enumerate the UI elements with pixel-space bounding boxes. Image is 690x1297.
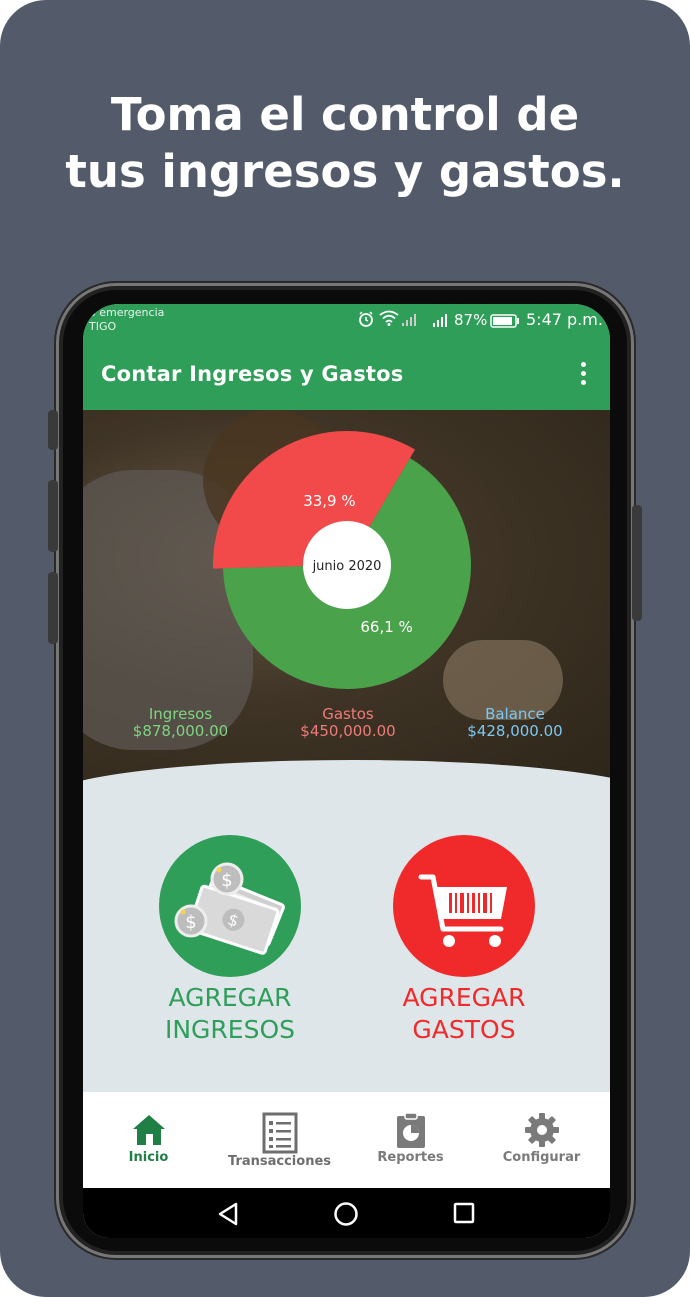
gastos-label: Gastos	[322, 705, 374, 723]
phone-volume-down	[48, 572, 58, 644]
shopping-cart-icon[interactable]	[393, 835, 535, 977]
phone-power-button	[632, 505, 642, 621]
gear-icon	[525, 1113, 559, 1147]
add-income-line-1: AGREGAR	[168, 983, 292, 1012]
phone-volume-up	[48, 480, 58, 552]
promo-card: Toma el control de tus ingresos y gastos…	[0, 0, 690, 1297]
add-expense-line-2: GASTOS	[412, 1015, 516, 1044]
signal-icon	[433, 314, 447, 327]
battery-icon	[490, 314, 519, 328]
carrier-line-1: o emergencia	[89, 306, 165, 319]
headline-line-2: tus ingresos y gastos.	[65, 145, 625, 198]
back-icon[interactable]	[217, 1202, 239, 1226]
signal-no-sim-icon	[402, 314, 416, 326]
list-icon	[262, 1112, 298, 1154]
home-circle-icon[interactable]	[333, 1201, 359, 1227]
nav-label-transacciones: Transacciones	[228, 1154, 331, 1169]
more-vert-icon[interactable]	[578, 362, 588, 390]
add-income-label: AGREGAR INGRESOS	[133, 982, 327, 1046]
recents-icon[interactable]	[453, 1202, 475, 1224]
report-icon	[397, 1112, 425, 1148]
phone-side-button	[48, 410, 58, 450]
nav-label-configurar: Configurar	[502, 1150, 581, 1165]
summary-ingresos: Ingresos $878,000.00	[113, 706, 248, 740]
ingresos-value: $878,000.00	[132, 722, 229, 740]
balance-value: $428,000.00	[467, 722, 563, 740]
pie-label-ingresos: 66,1 %	[360, 618, 412, 636]
money-icon[interactable]: $ $ $	[159, 835, 301, 977]
phone-screen: o emergencia TIGO 87% 5:47 p.m. Contar I…	[83, 304, 610, 1238]
nav-reportes[interactable]: Reportes	[345, 1092, 476, 1188]
nav-label-reportes: Reportes	[377, 1150, 444, 1165]
headline-line-1: Toma el control de	[110, 88, 580, 141]
status-bar: o emergencia TIGO 87% 5:47 p.m.	[83, 304, 610, 340]
carrier-line-2: TIGO	[89, 320, 117, 333]
nav-configurar[interactable]: Configurar	[476, 1092, 607, 1188]
add-expense-label: AGREGAR GASTOS	[367, 982, 561, 1046]
nav-label-inicio: Inicio	[128, 1150, 169, 1165]
clock: 5:47 p.m.	[526, 310, 603, 329]
pie-label-gastos: 33,9 %	[303, 492, 355, 510]
gastos-value: $450,000.00	[300, 722, 396, 740]
headline: Toma el control de tus ingresos y gastos…	[0, 86, 690, 200]
app-bar: Contar Ingresos y Gastos	[83, 340, 610, 410]
svg-text:$: $	[221, 870, 232, 891]
carrier-info: o emergencia TIGO	[89, 306, 164, 334]
svg-text:$: $	[185, 912, 196, 933]
alarm-icon	[359, 311, 373, 327]
app-title: Contar Ingresos y Gastos	[101, 362, 404, 386]
wifi-icon	[379, 310, 399, 326]
summary-gastos: Gastos $450,000.00	[278, 706, 418, 740]
system-nav-bar	[83, 1188, 610, 1238]
pie-center-label: junio 2020	[312, 559, 382, 574]
summary-hero: 33,9 % 66,1 % junio 2020 Ingresos $878,000…	[83, 410, 610, 782]
nav-inicio[interactable]: Inicio	[83, 1092, 214, 1188]
ingresos-label: Ingresos	[148, 705, 213, 723]
summary-balance: Balance $428,000.00	[445, 706, 585, 740]
actions-area: $ $ $ AGREGAR INGRESOS AGREGAR GASTOS	[83, 782, 610, 1092]
add-income-line-2: INGRESOS	[164, 1015, 296, 1044]
bottom-nav: Inicio Transacciones Reportes Configurar	[83, 1092, 610, 1188]
nav-transacciones[interactable]: Transacciones	[214, 1092, 345, 1188]
balance-label: Balance	[485, 705, 545, 723]
battery-percent: 87%	[454, 311, 488, 329]
home-icon	[133, 1115, 165, 1145]
add-expense-line-1: AGREGAR	[402, 983, 526, 1012]
